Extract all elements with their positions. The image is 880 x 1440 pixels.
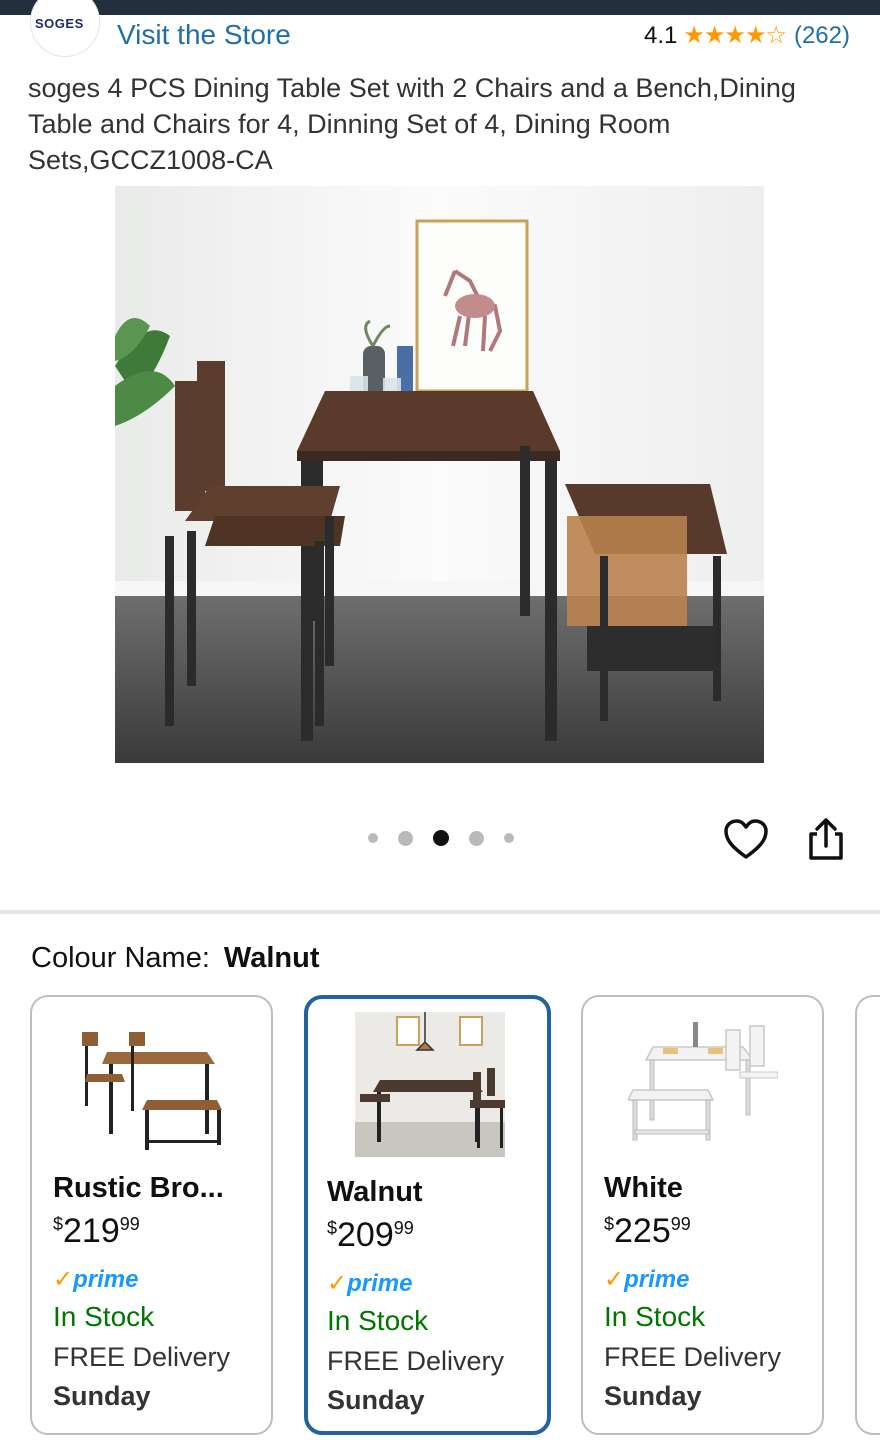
price-fraction: 99 [393,1218,414,1238]
price-whole: 209 [337,1216,394,1254]
rating-value: 4.1 [644,21,678,49]
section-divider [0,910,880,914]
delivery-day: Sunday [604,1381,702,1411]
walnut-thumbnail [355,1012,505,1157]
colour-swatch-walnut[interactable]: Walnut $20999 ✓prime In Stock FREE Deliv… [304,995,551,1435]
swatch-price: $20999 [327,1216,414,1255]
dining-set-photo [115,186,764,763]
price-whole: 219 [63,1212,120,1250]
wishlist-button[interactable] [722,816,770,864]
prime-label: prime [347,1270,413,1297]
prime-check-icon: ✓ [53,1266,74,1293]
prime-label: prime [73,1266,139,1293]
carousel-dot[interactable] [368,833,378,843]
prime-check-icon: ✓ [327,1270,348,1297]
carousel-dot[interactable] [504,833,514,843]
store-logo[interactable]: SOGES [30,0,100,57]
rustic-brown-thumbnail [77,1012,227,1157]
price-fraction: 99 [119,1214,140,1234]
stock-status: In Stock [53,1301,155,1332]
visit-store-link[interactable]: Visit the Store [117,19,291,51]
top-status-bar [0,0,880,15]
prime-badge: ✓prime [327,1269,412,1298]
colour-swatch-next-partial[interactable] [855,995,880,1435]
price-currency: $ [53,1214,64,1234]
swatch-name: Rustic Bro... [53,1172,224,1204]
store-logo-text: SOGES [35,16,84,31]
product-title: soges 4 PCS Dining Table Set with 2 Chai… [28,73,796,175]
delivery-day: Sunday [53,1381,151,1411]
colour-swatch-rustic-brown[interactable]: Rustic Bro... $21999 ✓prime In Stock FRE… [30,995,273,1435]
price-currency: $ [604,1214,615,1234]
carousel-dot[interactable] [398,830,413,846]
carousel-dot-active[interactable] [433,830,449,846]
price-currency: $ [327,1218,338,1238]
price-fraction: 99 [670,1214,691,1234]
rating-stars-icon: ★★★★☆ [683,22,787,49]
swatch-name: Walnut [327,1176,423,1208]
carousel-dot[interactable] [469,830,484,846]
colour-name-value: Walnut [223,942,320,974]
prime-badge: ✓prime [53,1265,138,1294]
prime-check-icon: ✓ [604,1266,625,1293]
swatch-name: White [604,1172,683,1204]
swatch-price: $22599 [604,1212,691,1251]
colour-name-caption: Colour Name: [31,942,210,974]
delivery-info: FREE Delivery [327,1346,505,1376]
prime-badge: ✓prime [604,1265,689,1294]
delivery-info: FREE Delivery [53,1342,231,1372]
colour-name-label: Colour Name: Walnut [31,942,319,975]
colour-swatch-white[interactable]: White $22599 ✓prime In Stock FREE Delive… [581,995,824,1435]
stock-status: In Stock [604,1301,706,1332]
product-main-image[interactable] [115,186,764,763]
image-carousel-indicator [368,830,514,846]
prime-label: prime [624,1266,690,1293]
swatch-price: $21999 [53,1212,140,1251]
stock-status: In Stock [327,1305,429,1336]
heart-icon [724,819,768,859]
delivery-day: Sunday [327,1385,425,1415]
delivery-info: FREE Delivery [604,1342,782,1372]
store-row: SOGES Visit the Store 4.1 ★★★★☆ (262) [0,0,880,60]
rating-count-link[interactable]: (262) [794,22,850,50]
share-button[interactable] [803,816,849,864]
share-icon [809,818,843,860]
rating-summary[interactable]: 4.1 ★★★★☆ (262) [644,21,850,50]
white-thumbnail [628,1012,778,1157]
price-whole: 225 [614,1212,671,1250]
